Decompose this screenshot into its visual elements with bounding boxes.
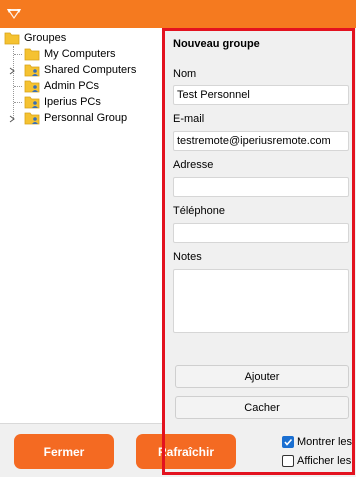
refresh-button[interactable]: Rafraîchir: [136, 434, 236, 469]
app-logo-icon: [7, 9, 21, 19]
group-tree: Groupes My Computers Shared Computers Ad…: [0, 28, 163, 424]
folder-user-icon: [24, 112, 40, 125]
show-checkbox-label: Montrer les: [297, 436, 353, 448]
footer-bar: Fermer Rafraîchir Montrer les Afficher l…: [0, 425, 356, 477]
checkbox-unchecked-icon[interactable]: [282, 455, 294, 467]
address-label: Adresse: [173, 159, 214, 171]
tree-item-label: Shared Computers: [44, 64, 137, 76]
tree-item-iperius-pcs[interactable]: Iperius PCs: [24, 94, 101, 110]
tree-item-label: Personnal Group: [44, 112, 128, 124]
notes-field[interactable]: [173, 269, 349, 333]
tree-item-personnal-group[interactable]: Personnal Group: [24, 110, 127, 126]
hide-button[interactable]: Cacher: [175, 396, 349, 419]
display-checkbox-label: Afficher les: [297, 455, 352, 467]
email-field[interactable]: [173, 131, 349, 151]
address-field[interactable]: [173, 177, 349, 197]
tree-connector: [14, 54, 22, 55]
title-bar: [0, 0, 356, 28]
new-group-panel: Nouveau groupe Nom E-mail Adresse Téléph…: [164, 28, 356, 424]
folder-icon: [4, 32, 20, 45]
add-button[interactable]: Ajouter: [175, 365, 349, 388]
notes-label: Notes: [173, 251, 202, 263]
chevron-right-icon[interactable]: [8, 115, 16, 123]
folder-user-icon: [24, 64, 40, 77]
email-label: E-mail: [173, 113, 205, 125]
folder-user-icon: [24, 96, 40, 109]
name-field[interactable]: [173, 85, 349, 105]
phone-label: Téléphone: [173, 205, 225, 217]
chevron-right-icon[interactable]: [8, 67, 16, 75]
tree-connector: [13, 46, 14, 120]
folder-user-icon: [24, 80, 40, 93]
phone-field[interactable]: [173, 223, 349, 243]
show-checkbox[interactable]: Montrer les: [282, 436, 352, 448]
display-checkbox[interactable]: Afficher les: [282, 455, 351, 467]
tree-connector: [14, 86, 22, 87]
checkbox-checked-icon[interactable]: [282, 436, 294, 448]
close-button[interactable]: Fermer: [14, 434, 114, 469]
tree-root-groupes[interactable]: Groupes: [4, 30, 66, 46]
tree-root-label: Groupes: [24, 32, 67, 44]
tree-connector: [14, 102, 22, 103]
folder-icon: [24, 48, 40, 61]
tree-item-shared-computers[interactable]: Shared Computers: [24, 62, 136, 78]
panel-title: Nouveau groupe: [173, 38, 260, 50]
tree-item-label: Iperius PCs: [44, 96, 101, 108]
name-label: Nom: [173, 68, 197, 80]
tree-item-my-computers[interactable]: My Computers: [24, 46, 116, 62]
tree-item-label: Admin PCs: [44, 80, 100, 92]
tree-item-admin-pcs[interactable]: Admin PCs: [24, 78, 99, 94]
tree-item-label: My Computers: [44, 48, 116, 60]
